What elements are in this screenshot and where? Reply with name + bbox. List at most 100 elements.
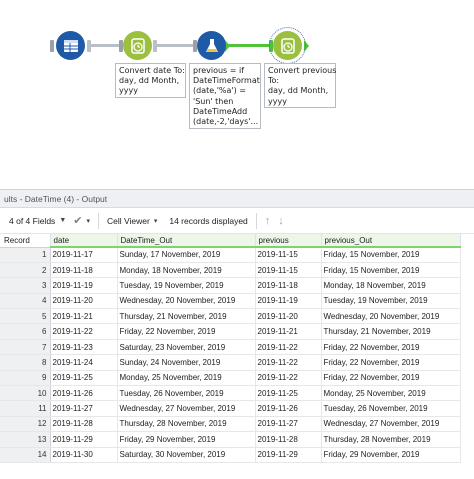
table-cell[interactable]: 2019-11-18 bbox=[255, 277, 322, 294]
table-cell[interactable]: 2019-11-20 bbox=[255, 308, 322, 325]
table-row[interactable]: 10 2019-11-26 Tuesday, 26 November, 2019 20… bbox=[0, 385, 461, 402]
record-number-cell[interactable]: 12 bbox=[0, 416, 51, 433]
table-cell[interactable]: 2019-11-25 bbox=[50, 370, 118, 387]
table-cell[interactable]: 2019-11-19 bbox=[255, 293, 322, 310]
fields-selector[interactable]: 4 of 4 Fields ▼ bbox=[9, 216, 66, 226]
table-row[interactable]: 1 2019-11-17 Sunday, 17 November, 2019 2019… bbox=[0, 247, 461, 263]
table-row[interactable]: 5 2019-11-21 Thursday, 21 November, 2019 20… bbox=[0, 308, 461, 325]
record-number-cell[interactable]: 5 bbox=[0, 308, 51, 325]
record-number-cell[interactable]: 10 bbox=[0, 385, 51, 402]
record-number-cell[interactable]: 14 bbox=[0, 447, 51, 463]
table-cell[interactable]: 2019-11-29 bbox=[50, 431, 118, 448]
record-number-cell[interactable]: 3 bbox=[0, 277, 51, 294]
table-cell[interactable]: Sunday, 24 November, 2019 bbox=[117, 354, 256, 371]
table-cell[interactable]: Saturday, 30 November, 2019 bbox=[117, 447, 256, 463]
record-number-cell[interactable]: 4 bbox=[0, 293, 51, 310]
record-number-cell[interactable]: 2 bbox=[0, 262, 51, 279]
table-cell[interactable]: Thursday, 21 November, 2019 bbox=[321, 323, 461, 340]
table-cell[interactable]: Monday, 18 November, 2019 bbox=[117, 262, 256, 279]
table-cell[interactable]: Monday, 18 November, 2019 bbox=[321, 277, 461, 294]
table-cell[interactable]: 2019-11-28 bbox=[50, 416, 118, 433]
column-header-date[interactable]: date bbox=[50, 234, 118, 248]
table-cell[interactable]: 2019-11-27 bbox=[255, 416, 322, 433]
table-cell[interactable]: Friday, 29 November, 2019 bbox=[321, 447, 461, 463]
table-row[interactable]: 8 2019-11-24 Sunday, 24 November, 2019 2019… bbox=[0, 354, 461, 371]
table-row[interactable]: 14 2019-11-30 Saturday, 30 November, 2019 2… bbox=[0, 447, 461, 463]
table-cell[interactable]: 2019-11-15 bbox=[255, 247, 322, 263]
column-header-previous[interactable]: previous bbox=[255, 234, 322, 248]
table-cell[interactable]: 2019-11-20 bbox=[50, 293, 118, 310]
output-anchor[interactable] bbox=[153, 40, 157, 52]
table-cell[interactable]: 2019-11-21 bbox=[255, 323, 322, 340]
record-number-cell[interactable]: 9 bbox=[0, 370, 51, 387]
datetime-tool-selected[interactable] bbox=[269, 27, 306, 64]
table-cell[interactable]: 2019-11-19 bbox=[50, 277, 118, 294]
table-cell[interactable]: Wednesday, 27 November, 2019 bbox=[117, 400, 256, 417]
workflow-canvas[interactable]: Convert date To: day, dd Month, yyyy pre… bbox=[0, 0, 474, 183]
table-cell[interactable]: 2019-11-24 bbox=[50, 354, 118, 371]
record-number-cell[interactable]: 13 bbox=[0, 431, 51, 448]
table-cell[interactable]: Monday, 25 November, 2019 bbox=[321, 385, 461, 402]
table-row[interactable]: 13 2019-11-29 Friday, 29 November, 2019 201… bbox=[0, 431, 461, 448]
table-row[interactable]: 12 2019-11-28 Thursday, 28 November, 2019 2… bbox=[0, 416, 461, 433]
table-cell[interactable]: 2019-11-15 bbox=[255, 262, 322, 279]
table-cell[interactable]: Friday, 15 November, 2019 bbox=[321, 262, 461, 279]
table-cell[interactable]: 2019-11-22 bbox=[50, 323, 118, 340]
table-cell[interactable]: 2019-11-26 bbox=[50, 385, 118, 402]
table-cell[interactable]: Friday, 22 November, 2019 bbox=[117, 323, 256, 340]
results-table[interactable]: Record date DateTime_Out previous previo… bbox=[0, 234, 461, 463]
table-cell[interactable]: 2019-11-22 bbox=[255, 339, 322, 356]
table-cell[interactable]: Monday, 25 November, 2019 bbox=[117, 370, 256, 387]
table-cell[interactable]: Friday, 15 November, 2019 bbox=[321, 247, 461, 263]
datetime-tool[interactable] bbox=[123, 31, 152, 60]
table-cell[interactable]: Wednesday, 27 November, 2019 bbox=[321, 416, 461, 433]
column-header-record[interactable]: Record bbox=[0, 234, 51, 248]
table-row[interactable]: 11 2019-11-27 Wednesday, 27 November, 2019… bbox=[0, 400, 461, 417]
record-number-cell[interactable]: 1 bbox=[0, 247, 51, 263]
table-cell[interactable]: Saturday, 23 November, 2019 bbox=[117, 339, 256, 356]
input-anchor[interactable] bbox=[50, 40, 54, 52]
table-cell[interactable]: Friday, 22 November, 2019 bbox=[321, 354, 461, 371]
table-cell[interactable]: 2019-11-30 bbox=[50, 447, 118, 463]
table-cell[interactable]: Sunday, 17 November, 2019 bbox=[117, 247, 256, 263]
table-cell[interactable]: Wednesday, 20 November, 2019 bbox=[117, 293, 256, 310]
table-cell[interactable]: 2019-11-29 bbox=[255, 447, 322, 463]
table-cell[interactable]: 2019-11-28 bbox=[255, 431, 322, 448]
table-cell[interactable]: 2019-11-17 bbox=[50, 247, 118, 263]
record-number-cell[interactable]: 11 bbox=[0, 400, 51, 417]
table-cell[interactable]: Friday, 22 November, 2019 bbox=[321, 370, 461, 387]
record-number-cell[interactable]: 7 bbox=[0, 339, 51, 356]
table-cell[interactable]: Wednesday, 20 November, 2019 bbox=[321, 308, 461, 325]
table-row[interactable]: 6 2019-11-22 Friday, 22 November, 2019 2019… bbox=[0, 323, 461, 340]
arrow-up-icon[interactable]: ↑ bbox=[265, 215, 271, 227]
table-cell[interactable]: Thursday, 28 November, 2019 bbox=[321, 431, 461, 448]
table-cell[interactable]: Tuesday, 26 November, 2019 bbox=[321, 400, 461, 417]
table-cell[interactable]: 2019-11-22 bbox=[255, 370, 322, 387]
table-cell[interactable]: Thursday, 28 November, 2019 bbox=[117, 416, 256, 433]
table-cell[interactable]: Tuesday, 19 November, 2019 bbox=[117, 277, 256, 294]
cell-viewer-dropdown[interactable]: Cell Viewer ▾ bbox=[107, 216, 157, 226]
table-cell[interactable]: 2019-11-18 bbox=[50, 262, 118, 279]
table-cell[interactable]: 2019-11-23 bbox=[50, 339, 118, 356]
column-header-previous-out[interactable]: previous_Out bbox=[321, 234, 461, 248]
checkmark-icon[interactable]: ✔ bbox=[73, 214, 82, 227]
table-cell[interactable]: 2019-11-25 bbox=[255, 385, 322, 402]
formula-tool[interactable] bbox=[197, 31, 226, 60]
table-row[interactable]: 9 2019-11-25 Monday, 25 November, 2019 2019… bbox=[0, 370, 461, 387]
table-cell[interactable]: Friday, 29 November, 2019 bbox=[117, 431, 256, 448]
table-cell[interactable]: Tuesday, 19 November, 2019 bbox=[321, 293, 461, 310]
record-number-cell[interactable]: 6 bbox=[0, 323, 51, 340]
table-cell[interactable]: 2019-11-22 bbox=[255, 354, 322, 371]
input-data-tool[interactable] bbox=[56, 31, 85, 60]
table-cell[interactable]: 2019-11-21 bbox=[50, 308, 118, 325]
arrow-down-icon[interactable]: ↓ bbox=[278, 215, 284, 227]
table-cell[interactable]: 2019-11-27 bbox=[50, 400, 118, 417]
table-cell[interactable]: 2019-11-26 bbox=[255, 400, 322, 417]
table-row[interactable]: 4 2019-11-20 Wednesday, 20 November, 2019 2… bbox=[0, 293, 461, 310]
table-cell[interactable]: Thursday, 21 November, 2019 bbox=[117, 308, 256, 325]
table-cell[interactable]: Tuesday, 26 November, 2019 bbox=[117, 385, 256, 402]
table-row[interactable]: 2 2019-11-18 Monday, 18 November, 2019 2019… bbox=[0, 262, 461, 279]
table-row[interactable]: 7 2019-11-23 Saturday, 23 November, 2019 20… bbox=[0, 339, 461, 356]
table-row[interactable]: 3 2019-11-19 Tuesday, 19 November, 2019 201… bbox=[0, 277, 461, 294]
record-number-cell[interactable]: 8 bbox=[0, 354, 51, 371]
